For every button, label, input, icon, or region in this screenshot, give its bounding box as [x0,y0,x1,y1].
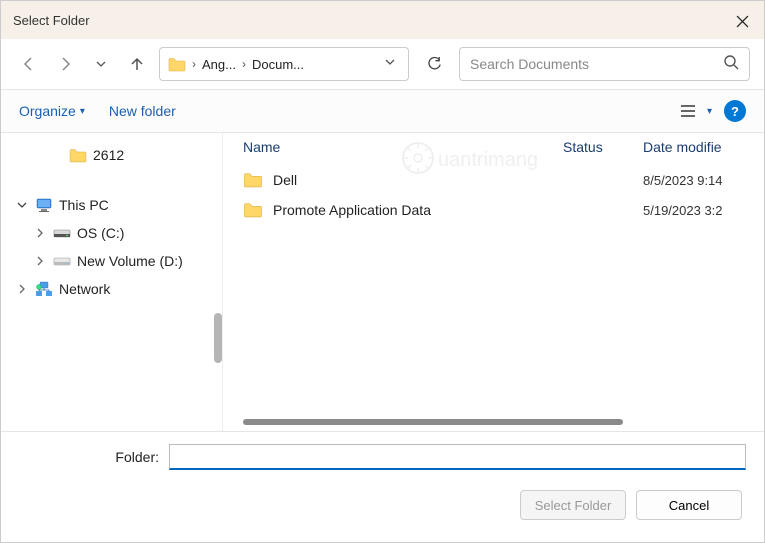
file-name: Promote Application Data [273,202,563,218]
tree-item-label: Network [59,281,110,297]
search-input[interactable] [470,56,715,72]
breadcrumb-segment[interactable]: Docum... [252,57,304,72]
drive-icon [53,224,71,242]
pc-icon [35,196,53,214]
cancel-button[interactable]: Cancel [636,490,742,520]
chevron-right-icon[interactable] [33,256,47,266]
chevron-down-icon[interactable] [15,200,29,210]
folder-icon [69,146,87,164]
new-folder-button[interactable]: New folder [109,103,176,119]
bottom-panel: Folder: Select Folder Cancel [1,431,764,532]
organize-menu[interactable]: Organize ▾ [19,103,85,119]
column-name[interactable]: Name [243,139,563,155]
tree-scrollbar[interactable] [214,313,222,363]
search-icon [723,54,739,75]
tree-item-2612[interactable]: 2612 [5,141,218,169]
tree-item-os-c[interactable]: OS (C:) [5,219,218,247]
tree-item-new-volume-d[interactable]: New Volume (D:) [5,247,218,275]
caret-down-icon: ▾ [707,106,712,117]
forward-button[interactable] [51,50,79,78]
breadcrumb-dropdown[interactable] [380,55,400,73]
refresh-button[interactable] [417,47,451,81]
column-headers: Name Status Date modifie [223,133,764,165]
title-bar: Select Folder [1,1,764,39]
file-scrollbar[interactable] [243,419,623,425]
tree-item-label: New Volume (D:) [77,253,183,269]
chevron-right-icon[interactable] [15,284,29,294]
folder-icon [243,172,263,188]
recent-dropdown[interactable] [87,50,115,78]
file-date: 5/19/2023 3:2 [643,203,764,218]
view-menu[interactable]: ▾ [679,104,712,118]
caret-down-icon: ▾ [80,106,85,117]
file-row[interactable]: Dell 8/5/2023 9:14 [223,165,764,195]
breadcrumb-segment[interactable]: Ang... [202,57,236,72]
file-name: Dell [273,172,563,188]
up-button[interactable] [123,50,151,78]
drive-icon [53,252,71,270]
file-list: Name Status Date modifie Dell 8/5/2023 9… [223,133,764,431]
navigation-bar: › Ang... › Docum... [1,39,764,89]
tree-item-label: This PC [59,197,109,213]
folder-tree: 2612 This PC OS (C:) [1,133,223,431]
column-status[interactable]: Status [563,139,643,155]
back-button[interactable] [15,50,43,78]
help-button[interactable]: ? [724,100,746,122]
file-date: 8/5/2023 9:14 [643,173,764,188]
chevron-right-icon: › [190,57,198,71]
chevron-right-icon[interactable] [33,228,47,238]
file-row[interactable]: Promote Application Data 5/19/2023 3:2 [223,195,764,225]
tree-item-label: OS (C:) [77,225,124,241]
select-folder-button[interactable]: Select Folder [520,490,626,520]
tree-item-label: 2612 [93,147,124,163]
folder-label: Folder: [99,449,159,465]
search-box[interactable] [459,47,750,81]
tree-item-this-pc[interactable]: This PC [5,191,218,219]
button-row: Select Folder Cancel [19,490,746,520]
folder-icon [243,202,263,218]
network-icon [35,280,53,298]
chevron-right-icon: › [240,57,248,71]
folder-icon [168,57,186,72]
main-content: 2612 This PC OS (C:) [1,133,764,431]
tree-item-network[interactable]: Network [5,275,218,303]
folder-input[interactable] [169,444,746,470]
list-icon [679,104,697,118]
new-folder-label: New folder [109,103,176,119]
address-bar[interactable]: › Ang... › Docum... [159,47,409,81]
organize-label: Organize [19,103,76,119]
close-button[interactable] [734,13,750,29]
folder-input-row: Folder: [19,444,746,470]
toolbar: Organize ▾ New folder ▾ ? [1,89,764,133]
window-title: Select Folder [13,13,90,28]
column-date[interactable]: Date modifie [643,139,764,155]
